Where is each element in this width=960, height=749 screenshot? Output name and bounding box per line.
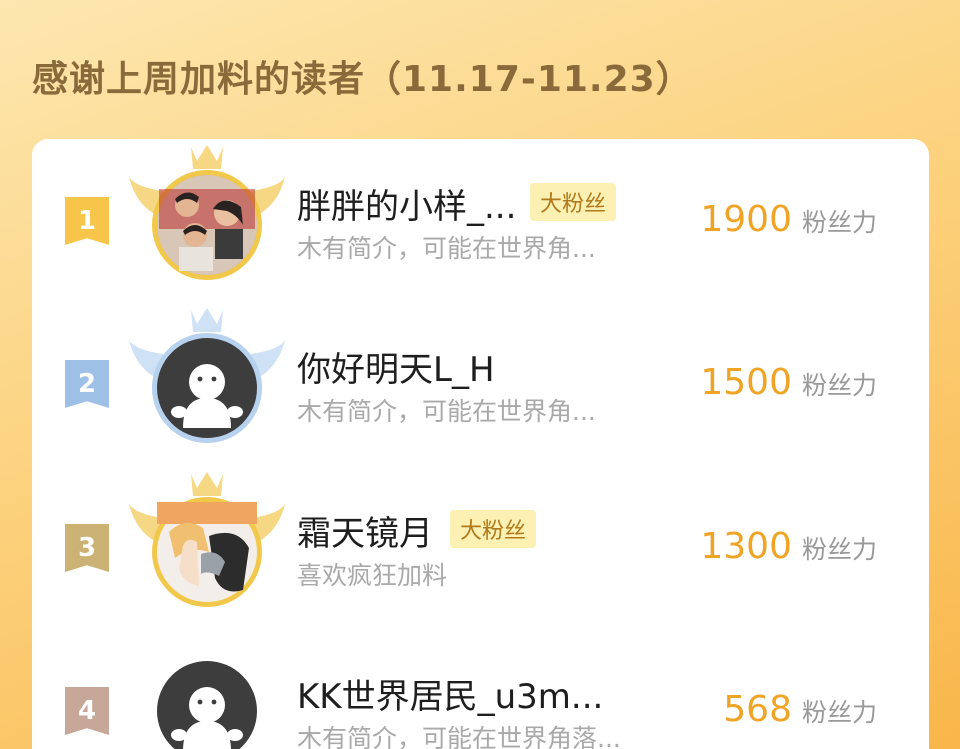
fan-power-score: 1900 粉丝力 xyxy=(700,199,877,240)
avatar[interactable] xyxy=(127,466,287,616)
reader-bio: 木有简介，可能在世界角落... xyxy=(297,724,621,749)
fan-power-score: 1300 粉丝力 xyxy=(700,526,877,567)
rank-badge: 4 xyxy=(65,687,109,735)
reader-name[interactable]: KK世界居民_u3m... xyxy=(297,669,603,718)
rank-badge: 3 xyxy=(65,524,109,572)
list-item[interactable]: 3 霜天镜月 大粉丝 喜欢疯狂加料 1300 粉丝力 xyxy=(32,466,929,616)
score-value: 568 xyxy=(723,689,792,730)
list-item[interactable]: 1 胖胖的小样_... 大粉丝 木有简介，可能在世界角... 1900 粉丝力 xyxy=(32,139,929,289)
score-value: 1900 xyxy=(700,199,792,240)
rank-badge: 1 xyxy=(65,197,109,245)
reader-bio: 喜欢疯狂加料 xyxy=(297,561,448,590)
fan-power-score: 1500 粉丝力 xyxy=(700,362,877,403)
list-item[interactable]: 4 KK世界居民_u3m... 木有简介，可能在世界角落... 568 粉丝力 xyxy=(32,629,929,749)
reader-bio: 木有简介，可能在世界角... xyxy=(297,234,596,263)
reader-name[interactable]: 胖胖的小样_... xyxy=(297,179,516,228)
big-fan-badge: 大粉丝 xyxy=(450,510,537,548)
list-item[interactable]: 2 你好明天L_H 木有简介，可能在世界角... 1500 粉丝力 xyxy=(32,302,929,452)
rank-badge: 2 xyxy=(65,360,109,408)
reader-bio: 木有简介，可能在世界角... xyxy=(297,397,596,426)
default-avatar-icon xyxy=(157,661,257,749)
score-unit: 粉丝力 xyxy=(801,371,877,400)
avatar[interactable] xyxy=(127,302,287,452)
score-value: 1300 xyxy=(700,526,792,567)
reader-name[interactable]: 霜天镜月 xyxy=(297,506,433,555)
score-unit: 粉丝力 xyxy=(801,698,877,727)
fan-power-score: 568 粉丝力 xyxy=(723,689,877,730)
score-unit: 粉丝力 xyxy=(801,208,877,237)
page-title: 感谢上周加料的读者（11.17-11.23） xyxy=(32,59,693,100)
avatar[interactable] xyxy=(127,139,287,289)
crown-wings-icon xyxy=(129,145,285,280)
score-unit: 粉丝力 xyxy=(801,535,877,564)
big-fan-badge: 大粉丝 xyxy=(530,183,617,221)
score-value: 1500 xyxy=(700,362,792,403)
reader-list: 1 胖胖的小样_... 大粉丝 木有简介，可能在世界角... 1900 粉丝力 … xyxy=(32,139,929,749)
crown-wings-icon xyxy=(129,308,285,443)
crown-wings-icon xyxy=(129,472,285,607)
avatar[interactable] xyxy=(127,629,287,749)
reader-name[interactable]: 你好明天L_H xyxy=(297,342,495,391)
